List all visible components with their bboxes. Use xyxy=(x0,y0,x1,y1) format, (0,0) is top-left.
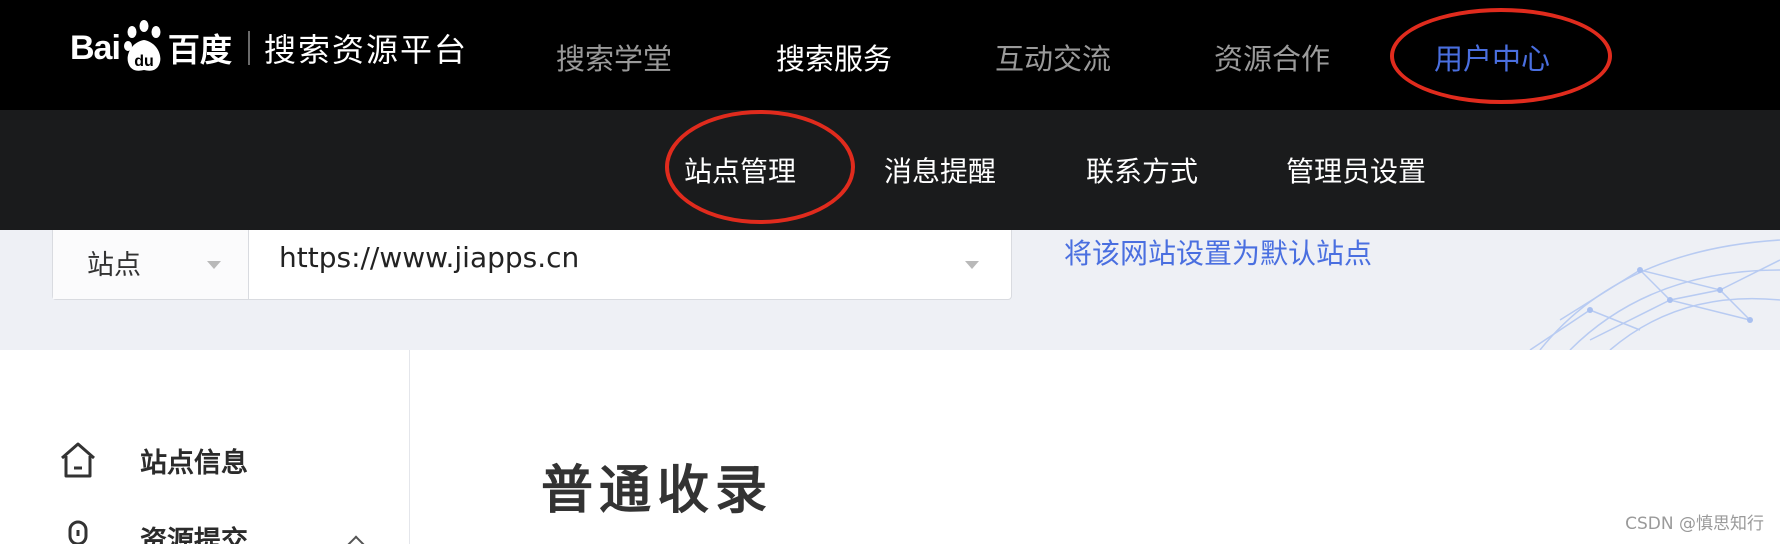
page-title: 普通收录 xyxy=(541,461,774,521)
nav-resource-cooperation[interactable]: 资源合作 xyxy=(1214,36,1330,78)
site-url-value: https://www.jiapps.cn xyxy=(279,241,580,274)
logo-brand-cn: 百度 xyxy=(167,31,232,69)
site-type-caret-icon xyxy=(207,261,221,269)
set-default-site-link[interactable]: 将该网站设置为默认站点 xyxy=(1064,232,1372,272)
subnav-contact[interactable]: 联系方式 xyxy=(1086,150,1198,190)
network-decoration-graphic xyxy=(1529,239,1780,350)
subnav-admin-settings[interactable]: 管理员设置 xyxy=(1286,150,1426,190)
nav-user-center[interactable]: 用户中心 xyxy=(1434,36,1550,78)
logo-divider xyxy=(247,31,250,65)
sub-nav-bar: 站点管理 消息提醒 联系方式 管理员设置 xyxy=(0,110,1780,230)
sidebar-item-resource-submit[interactable]: 资源提交 xyxy=(56,516,248,544)
site-type-label: 站点 xyxy=(87,250,141,281)
logo-du-text: du xyxy=(134,53,154,70)
sidebar-item-label: 站点信息 xyxy=(140,447,248,479)
nav-search-services[interactable]: 搜索服务 xyxy=(776,36,892,78)
main-content: 普通收录 xyxy=(411,350,1780,544)
nav-search-academy[interactable]: 搜索学堂 xyxy=(556,36,672,78)
site-type-dropdown[interactable]: 站点 xyxy=(53,230,249,299)
sidebar-item-site-info[interactable]: 站点信息 xyxy=(56,438,248,482)
baidu-logo[interactable]: Bai du 百度 搜索资源平台 xyxy=(70,18,468,78)
site-selector-bar: 站点 https://www.jiapps.cn 将该网站设置为默认站点 xyxy=(0,230,1780,350)
site-select-box[interactable]: 站点 https://www.jiapps.cn xyxy=(52,230,1012,300)
left-sidebar: 站点信息 资源提交 xyxy=(0,350,410,544)
subnav-site-management[interactable]: 站点管理 xyxy=(684,150,796,190)
site-url-caret-icon[interactable] xyxy=(965,261,979,269)
platform-name: 搜索资源平台 xyxy=(263,31,468,69)
paw-logo-icon: du xyxy=(122,20,166,76)
top-nav-bar: Bai du 百度 搜索资源平台 搜索学堂 搜索服务 互动交流 资源合作 用户中… xyxy=(0,0,1780,110)
chevron-up-icon[interactable] xyxy=(347,535,365,544)
watermark-text: CSDN @慎思知行 xyxy=(1625,514,1764,534)
home-icon xyxy=(56,438,100,482)
subnav-message-reminder[interactable]: 消息提醒 xyxy=(884,150,996,190)
logo-brand-text: Bai xyxy=(70,28,121,67)
nav-interaction[interactable]: 互动交流 xyxy=(995,36,1111,78)
sidebar-item-label: 资源提交 xyxy=(140,525,248,544)
upload-icon xyxy=(56,516,100,544)
